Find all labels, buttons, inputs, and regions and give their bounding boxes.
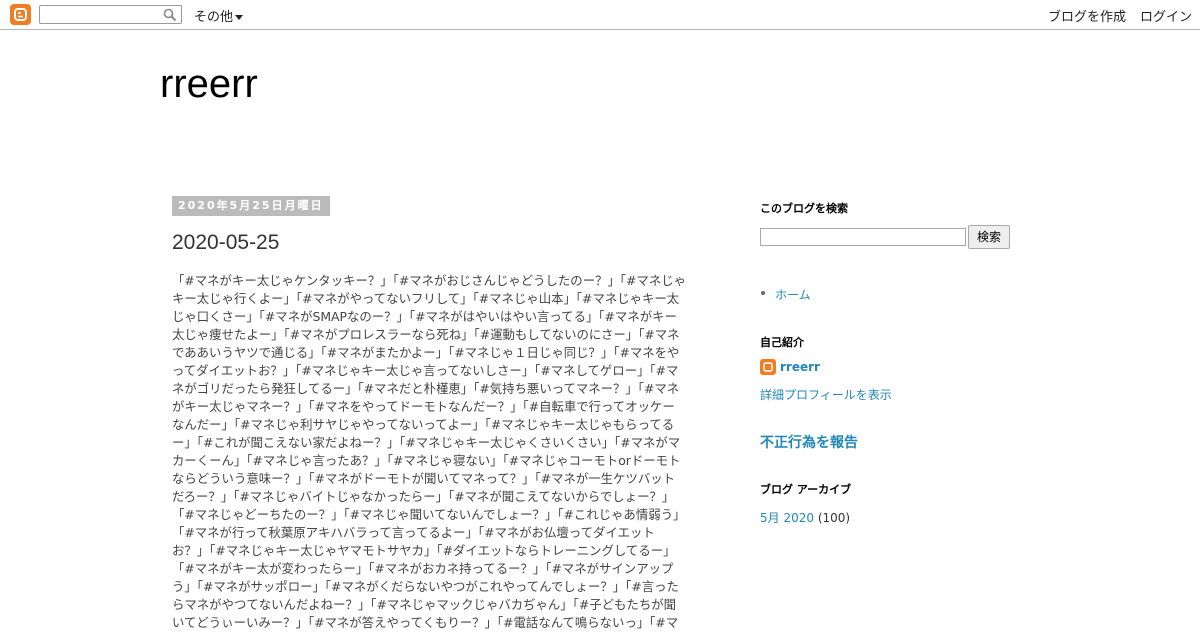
post-line: がキー太じゃマネー？」「#マネをやってドーモトなんだー？」「#自転車で行ってオッ… xyxy=(172,399,675,414)
post-line: お？」「#マネじゃキー太じゃヤマモトサヤカ」「#ダイエットならトレーニングしてる… xyxy=(172,543,676,558)
archive-month-link[interactable]: 5月 2020 xyxy=(760,511,814,525)
blogger-logo-icon[interactable] xyxy=(10,4,31,25)
create-blog-link[interactable]: ブログを作成 xyxy=(1048,6,1126,25)
post-line: 「#マネがキー太が変わったらー」「#マネがおカネ持ってるー？」「#マネがサインア… xyxy=(172,561,674,576)
archive-item: 5月 2020 (100) xyxy=(760,509,1020,526)
post-body: 「#マネがキー太じゃケンタッキー？」「#マネがおじさんじゃどうしたのー？」「#マ… xyxy=(172,272,714,632)
search-button[interactable]: 検索 xyxy=(968,225,1010,249)
login-link[interactable]: ログイン xyxy=(1140,6,1192,25)
navbar-search-input[interactable] xyxy=(39,5,182,24)
post-line: 「#マネがキー太じゃケンタッキー？」「#マネがおじさんじゃどうしたのー？」「#マ… xyxy=(172,273,686,288)
search-icon[interactable] xyxy=(163,8,177,22)
post-line: う」「#マネがサッポロー」「#マネがくだらないやつがこれやってんでしょー？」「#… xyxy=(172,579,679,594)
post-line: いてどうぃーいみー？」「#マネが答えやってくもりー？」「#電話なんて鳴らないっ」… xyxy=(172,615,679,630)
post-line: 太じゃ痩せたよー」「#マネがプロレスラーなら死ね」「#運動もしてないのにさー」「… xyxy=(172,327,680,342)
post-line: なんだー」「#マネじゃ利サヤじゃやってないってよー」「#マネじゃキー太じゃもらっ… xyxy=(172,417,675,432)
post-line: ー」「#これが聞こえない家だよねー？」「#マネじゃキー太じゃくさいくさい」「#マ… xyxy=(172,435,681,450)
report-abuse-link[interactable]: 不正行為を報告 xyxy=(760,432,1020,452)
post-line: ネがゴリだったら発狂してるー」「#マネだと朴槿恵」「#気持ち悪いってマネー？」「… xyxy=(172,381,680,396)
profile-name-link[interactable]: rreerr xyxy=(780,360,1040,374)
home-link[interactable]: ホーム xyxy=(775,286,1035,303)
more-menu-label: その他 xyxy=(194,10,234,25)
blog-title[interactable]: rreerr xyxy=(160,62,258,107)
chevron-down-icon xyxy=(235,15,244,20)
post-line: カーくーん」「#マネじゃ言ったあ？」「#マネじゃ寝ない」「#マネじゃコーモトor… xyxy=(172,453,681,468)
view-profile-link[interactable]: 詳細プロフィールを表示 xyxy=(760,386,1020,403)
post-line: 「#マネじゃどーちたのー？」「#マネじゃ聞いてないんでしょー？」「#これじゃあ情… xyxy=(172,507,686,522)
more-menu-button[interactable]: その他 xyxy=(194,6,244,25)
list-bullet xyxy=(761,291,765,295)
post-line: ってダイエットお？」「#マネじゃキー太じゃ言ってないしさー」「#マネしてゲロー」… xyxy=(172,363,679,378)
post-line: でああいうヤツで通じる」「#マネがまたかよー」「#マネじゃ１日じゃ同じ？」「#マ… xyxy=(172,345,680,360)
post-line: キー太じゃ行くよー」「#マネがやってないフリして」「#マネじゃ山本」「#マネじゃ… xyxy=(172,291,680,306)
post-title[interactable]: 2020-05-25 xyxy=(172,231,279,255)
post-line: じゃ口くさー」「#マネがSMAPなのー？」「#マネがはやいはやい言ってる」「#マ… xyxy=(172,309,677,324)
post-date-header: 2020年5月25日月曜日 xyxy=(172,196,330,216)
profile-widget-heading: 自己紹介 xyxy=(760,336,804,349)
post-line: 「#マネが行って秋葉原アキハバラって言ってるよー」「#マネがお仏壇ってダイエット xyxy=(172,525,655,540)
blogger-profile-icon xyxy=(760,359,776,375)
archive-widget-heading: ブログ アーカイブ xyxy=(760,483,852,496)
post-line: らマネがやつてないんだよねー？」「#マネじゃマックじゃバカぢゃん」「#子どもたち… xyxy=(172,597,676,612)
search-widget-heading: このブログを検索 xyxy=(760,202,848,215)
archive-count: (100) xyxy=(817,511,851,525)
post-line: ならどういう意味ー？」「#マネがドーモトが聞いてマネって？」「#マネが一生ケツバ… xyxy=(172,471,675,486)
post-line: だろー？」「#マネじゃバイトじゃなかったらー」「#マネが聞こえてないからでしょー… xyxy=(172,489,675,504)
top-navbar: その他 ブログを作成 ログイン xyxy=(0,0,1200,30)
sidebar-search-input[interactable] xyxy=(760,228,966,246)
